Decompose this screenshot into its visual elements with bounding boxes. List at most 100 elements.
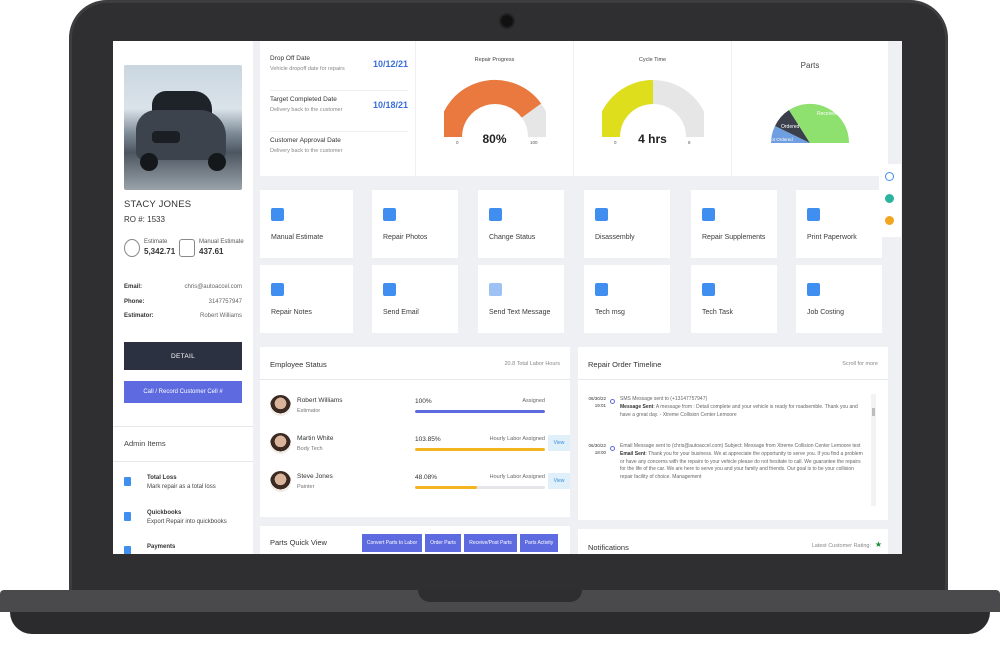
chat-icon[interactable] bbox=[885, 194, 894, 203]
estimate-value: 5,342.71 bbox=[144, 247, 176, 256]
total-labor-hours: 20.8 Total Labor Hours bbox=[504, 361, 560, 367]
action-print-paperwork[interactable]: Print Paperwork bbox=[796, 190, 882, 258]
parts-activity-button[interactable]: Parts Activity bbox=[520, 534, 558, 552]
employee-percent: 100% bbox=[415, 398, 432, 405]
admin-item-total-loss[interactable]: Total Loss Mark repair as a total loss bbox=[124, 475, 216, 490]
timeline-scrollbar[interactable] bbox=[871, 394, 876, 506]
email-row: Email: chris@autoaccel.com bbox=[124, 284, 242, 290]
timeline-date-time: 19:01 bbox=[594, 402, 606, 408]
convert-parts-to-labor-button[interactable]: Convert Parts to Labor bbox=[362, 534, 422, 552]
date-value[interactable]: 10/12/21 bbox=[373, 59, 408, 69]
star-icon: ★ bbox=[874, 540, 882, 549]
labor-progress-bar bbox=[415, 486, 545, 489]
chat-icon bbox=[489, 283, 502, 296]
customer-approval-date: Customer Approval Date Delivery back to … bbox=[270, 137, 408, 167]
action-tech-msg[interactable]: Tech msg bbox=[584, 265, 670, 333]
employee-status-title: Employee Status bbox=[270, 360, 327, 369]
call-customer-button[interactable]: Call / Record Customer Cell # bbox=[124, 381, 242, 403]
vehicle-photo[interactable] bbox=[124, 65, 242, 190]
parts-title: Parts bbox=[800, 61, 820, 70]
timeline-entry-kind: Email Sent bbox=[620, 450, 646, 457]
action-label: Repair Supplements bbox=[702, 234, 766, 241]
view-employee-button[interactable]: View bbox=[548, 435, 570, 451]
employee-row: Robert Williams Estimator 100% Assigned bbox=[270, 393, 560, 427]
piggy-bank-icon bbox=[124, 239, 140, 257]
employee-name: Martin White bbox=[297, 435, 334, 442]
laptop-notch bbox=[418, 590, 582, 602]
gauge-max: 8 bbox=[688, 140, 691, 145]
employee-assignment: Hourly Labor Assigned bbox=[489, 474, 545, 480]
total-loss-icon bbox=[124, 477, 131, 486]
action-label: Tech msg bbox=[595, 309, 625, 316]
safe-icon bbox=[807, 283, 820, 296]
date-label: Customer Approval Date bbox=[270, 137, 341, 144]
employee-name: Steve Jones bbox=[297, 473, 333, 480]
scroll-hint: Scroll for more bbox=[842, 361, 878, 367]
notifications-title: Notifications bbox=[588, 543, 629, 552]
repair-progress-card: Repair Progress 80% 0 100 bbox=[416, 41, 573, 176]
timeline-date: 06/30/22 18:00 bbox=[588, 443, 606, 457]
phone-value[interactable]: 3147757947 bbox=[209, 299, 242, 305]
order-parts-button[interactable]: Order Parts bbox=[425, 534, 461, 552]
action-send-text-message[interactable]: Send Text Message bbox=[478, 265, 564, 333]
action-repair-photos[interactable]: Repair Photos bbox=[372, 190, 458, 258]
phone-row: Phone: 3147757947 bbox=[124, 299, 242, 305]
detail-button[interactable]: DETAIL bbox=[124, 342, 242, 370]
timeline-date-day: 06/30/22 bbox=[588, 396, 606, 401]
print-icon bbox=[807, 208, 820, 221]
cycle-time-card: Cycle Time 4 hrs 0 8 bbox=[574, 41, 731, 176]
label-ordered: Ordered bbox=[781, 124, 800, 130]
divider bbox=[113, 426, 253, 427]
employee-role: Estimator bbox=[297, 408, 321, 414]
timeline-date: 06/30/22 19:01 bbox=[588, 396, 606, 410]
action-label: Job Costing bbox=[807, 309, 844, 316]
drop-off-date: Drop Off Date Vehicle dropoff date for r… bbox=[270, 55, 408, 91]
action-tech-task[interactable]: Tech Task bbox=[691, 265, 777, 333]
timeline-dot bbox=[610, 446, 615, 451]
action-disassembly[interactable]: Disassembly bbox=[584, 190, 670, 258]
action-repair-notes[interactable]: Repair Notes bbox=[260, 265, 353, 333]
date-value[interactable]: 10/18/21 bbox=[373, 100, 408, 110]
date-sub: Delivery back to the customer bbox=[270, 148, 343, 154]
gauge-fill bbox=[444, 80, 542, 138]
keyboard-icon bbox=[383, 283, 396, 296]
action-label: Disassembly bbox=[595, 234, 635, 241]
estimator-value: Robert Williams bbox=[199, 313, 242, 319]
gauge-fill bbox=[602, 80, 654, 138]
avatar bbox=[270, 471, 291, 492]
admin-item-title: Payments bbox=[147, 544, 176, 550]
admin-item-quickbooks[interactable]: Quickbooks Export Repair into quickbooks bbox=[124, 510, 227, 525]
scroll-thumb[interactable] bbox=[872, 408, 875, 416]
email-value[interactable]: chris@autoaccel.com bbox=[185, 284, 242, 290]
divider bbox=[578, 379, 888, 380]
employee-row: Steve Jones Painter 48.08% Hourly Labor Ass… bbox=[270, 469, 570, 503]
alert-icon bbox=[702, 208, 715, 221]
cycle-time-gauge bbox=[602, 80, 704, 138]
timeline-entry: Email Message sent to (chris@autoaccel.c… bbox=[620, 443, 865, 482]
user-add-icon bbox=[702, 283, 715, 296]
timeline-entry-kind: Message Sent bbox=[620, 403, 654, 410]
timeline-entry-message: : Thank you for your business. We at app… bbox=[620, 450, 863, 480]
action-change-status[interactable]: Change Status bbox=[478, 190, 564, 258]
view-employee-button[interactable]: View bbox=[548, 473, 570, 489]
coin-icon[interactable] bbox=[885, 216, 894, 225]
action-job-costing[interactable]: Job Costing bbox=[796, 265, 882, 333]
admin-item-title: Quickbooks bbox=[147, 510, 182, 516]
action-send-email[interactable]: Send Email bbox=[372, 265, 458, 333]
action-label: Repair Notes bbox=[271, 309, 312, 316]
action-repair-supplements[interactable]: Repair Supplements bbox=[691, 190, 777, 258]
receive-post-parts-button[interactable]: Receive/Post Parts bbox=[464, 534, 517, 552]
employee-name: Robert Williams bbox=[297, 397, 343, 404]
admin-item-payments[interactable]: Payments bbox=[124, 544, 175, 554]
action-manual-estimate[interactable]: Manual Estimate bbox=[260, 190, 353, 258]
repair-progress-value: 80% bbox=[482, 132, 507, 146]
avatar bbox=[270, 433, 291, 454]
quick-access-rail bbox=[879, 164, 901, 237]
camera-icon bbox=[383, 208, 396, 221]
parts-card: Parts Received Ordered Not Ordered bbox=[732, 41, 888, 176]
admin-item-desc: Export Repair into quickbooks bbox=[147, 519, 227, 525]
timeline-date-time: 18:00 bbox=[594, 449, 606, 455]
labor-progress-fill bbox=[415, 486, 478, 489]
parts-chart: Received Ordered Not Ordered bbox=[768, 103, 850, 143]
globe-icon[interactable] bbox=[885, 172, 894, 181]
